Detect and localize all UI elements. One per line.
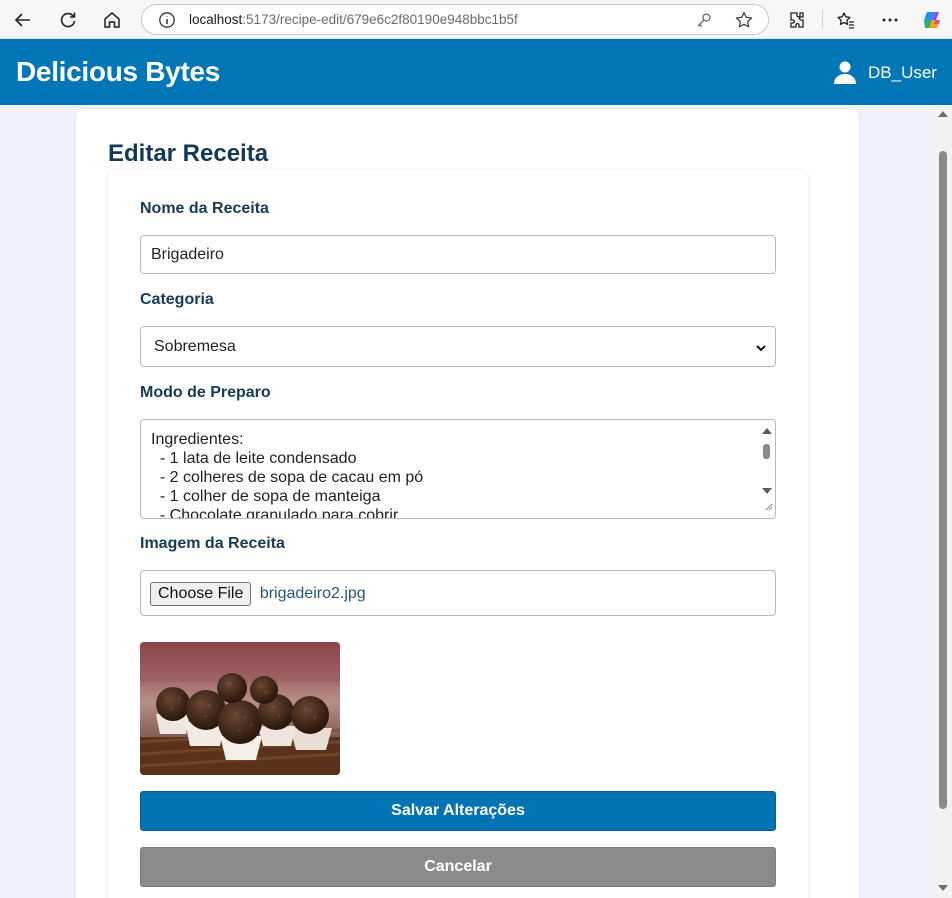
category-label: Categoria	[140, 291, 214, 308]
favorite-star-icon[interactable]	[734, 10, 754, 34]
page-title: Editar Receita	[108, 140, 269, 167]
scroll-up-arrow-icon[interactable]	[762, 428, 772, 434]
brand-logo-text[interactable]: Delicious Bytes	[16, 56, 220, 88]
recipe-name-label: Nome da Receita	[140, 200, 269, 217]
method-label: Modo de Preparo	[140, 384, 271, 401]
method-line: - 1 colher de sopa de manteiga	[151, 488, 381, 505]
site-header: Delicious Bytes DB_User	[0, 39, 952, 105]
user-name[interactable]: DB_User	[868, 63, 937, 83]
selected-file-name: brigadeiro2.jpg	[259, 585, 366, 602]
textarea-scroll-thumb[interactable]	[763, 444, 770, 459]
image-file-input[interactable]: Choose File brigadeiro2.jpg	[140, 570, 776, 616]
recipe-image-preview	[140, 642, 340, 775]
extensions-icon[interactable]	[783, 6, 811, 34]
page-scrollbar[interactable]	[935, 105, 952, 898]
copilot-icon[interactable]	[918, 6, 946, 34]
home-icon[interactable]	[98, 6, 126, 34]
more-menu-icon[interactable]	[876, 6, 904, 34]
method-line: - Chocolate granulado para cobrir	[151, 507, 399, 519]
key-icon[interactable]	[695, 11, 713, 33]
info-icon[interactable]	[158, 11, 176, 33]
url-text: localhost:5173/recipe-edit/679e6c2f80190…	[189, 12, 518, 27]
cancel-button[interactable]: Cancelar	[140, 847, 776, 887]
toolbar-divider	[822, 10, 823, 29]
address-bar[interactable]: localhost:5173/recipe-edit/679e6c2f80190…	[141, 4, 769, 35]
form-card	[108, 170, 808, 898]
chevron-down-icon	[755, 341, 767, 359]
scroll-thumb[interactable]	[939, 151, 947, 809]
reload-icon[interactable]	[54, 6, 82, 34]
user-icon[interactable]	[832, 59, 858, 89]
method-line: Ingredientes:	[151, 431, 244, 448]
scroll-down-arrow-icon[interactable]	[938, 885, 948, 891]
browser-toolbar: localhost:5173/recipe-edit/679e6c2f80190…	[0, 0, 952, 39]
method-line: - 2 colheres de sopa de cacau em pó	[151, 469, 424, 486]
category-selected-value: Sobremesa	[154, 338, 236, 355]
resize-handle-icon[interactable]	[763, 497, 773, 516]
method-line: - 1 lata de leite condensado	[151, 450, 357, 467]
image-label: Imagem da Receita	[140, 535, 285, 552]
choose-file-button[interactable]: Choose File	[150, 582, 252, 606]
method-textarea[interactable]: Ingredientes: - 1 lata de leite condensa…	[140, 419, 776, 519]
scroll-up-arrow-icon[interactable]	[938, 111, 948, 117]
scroll-down-arrow-icon[interactable]	[762, 488, 772, 494]
recipe-name-input[interactable]: Brigadeiro	[140, 235, 776, 274]
favorites-icon[interactable]	[832, 6, 860, 34]
save-changes-button[interactable]: Salvar Alterações	[140, 791, 776, 831]
back-icon[interactable]	[9, 6, 37, 34]
category-select[interactable]: Sobremesa	[140, 326, 776, 367]
